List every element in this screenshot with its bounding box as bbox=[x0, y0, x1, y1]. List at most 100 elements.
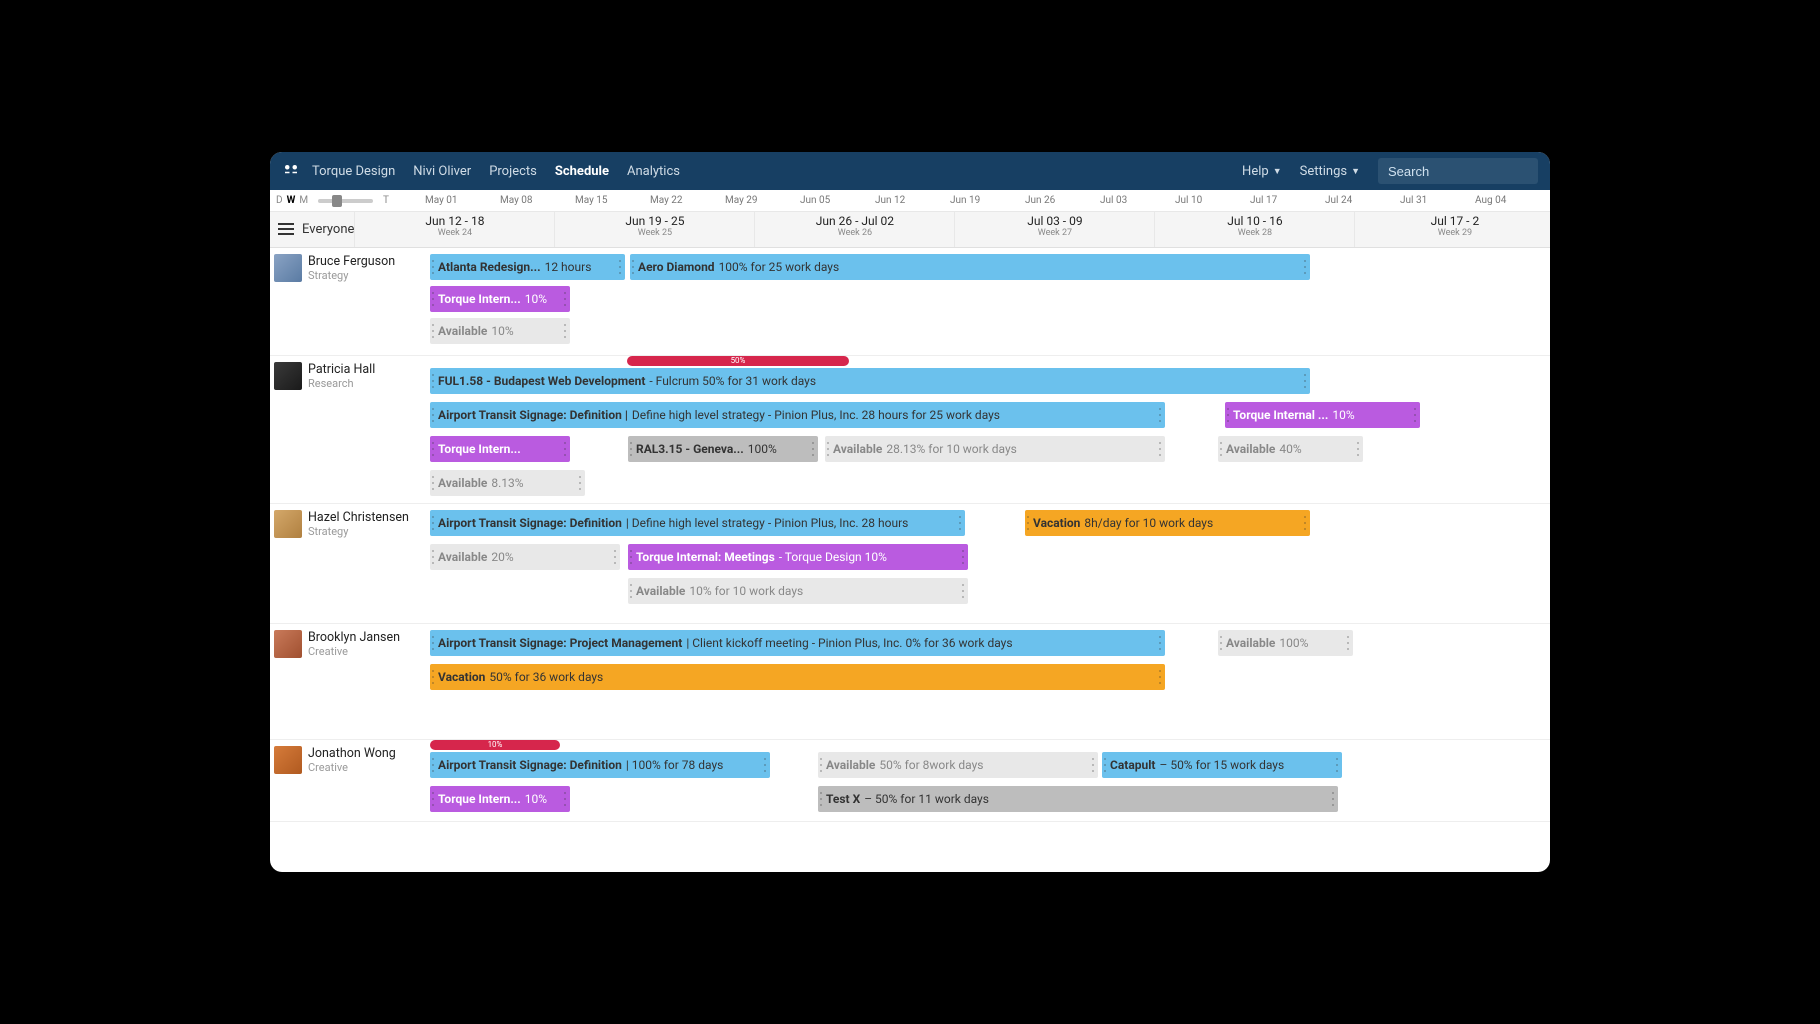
person-info[interactable]: Bruce Ferguson Strategy bbox=[270, 248, 430, 355]
scale-day[interactable]: D bbox=[276, 195, 283, 206]
allocation-bar[interactable]: Torque Intern... bbox=[430, 436, 570, 462]
allocation-bar[interactable]: Available 10% bbox=[430, 318, 570, 344]
drag-handle-icon[interactable] bbox=[1357, 440, 1361, 458]
drag-handle-icon[interactable] bbox=[432, 756, 436, 774]
drag-handle-icon[interactable] bbox=[764, 756, 768, 774]
drag-handle-icon[interactable] bbox=[1092, 756, 1096, 774]
drag-handle-icon[interactable] bbox=[1159, 440, 1163, 458]
drag-handle-icon[interactable] bbox=[962, 548, 966, 566]
allocation-bar[interactable]: RAL3.15 - Geneva... 100% bbox=[628, 436, 818, 462]
allocation-bar[interactable]: Airport Transit Signage: Definition | De… bbox=[430, 510, 965, 536]
drag-handle-icon[interactable] bbox=[1227, 406, 1231, 424]
zoom-slider-thumb[interactable] bbox=[332, 195, 342, 207]
allocation-bar[interactable]: Available 28.13% for 10 work days bbox=[825, 436, 1165, 462]
nav-help[interactable]: Help ▼ bbox=[1242, 164, 1282, 179]
drag-handle-icon[interactable] bbox=[1104, 756, 1108, 774]
drag-handle-icon[interactable] bbox=[630, 582, 634, 600]
allocation-bar[interactable]: Catapult – 50% for 15 work days bbox=[1102, 752, 1342, 778]
drag-handle-icon[interactable] bbox=[962, 582, 966, 600]
person-info[interactable]: Hazel Christensen Strategy bbox=[270, 504, 430, 623]
drag-handle-icon[interactable] bbox=[579, 474, 583, 492]
drag-handle-icon[interactable] bbox=[1332, 790, 1336, 808]
search-input[interactable] bbox=[1388, 164, 1528, 179]
drag-handle-icon[interactable] bbox=[432, 474, 436, 492]
allocation-bar[interactable]: Available 8.13% bbox=[430, 470, 585, 496]
drag-handle-icon[interactable] bbox=[812, 440, 816, 458]
drag-handle-icon[interactable] bbox=[432, 514, 436, 532]
allocation-bar[interactable]: Torque Intern... 10% bbox=[430, 286, 570, 312]
nav-settings[interactable]: Settings ▼ bbox=[1300, 164, 1360, 179]
allocation-bar[interactable]: Test X – 50% for 11 work days bbox=[818, 786, 1338, 812]
allocation-bar[interactable]: Airport Transit Signage: Project Managem… bbox=[430, 630, 1165, 656]
drag-handle-icon[interactable] bbox=[432, 668, 436, 686]
scale-week[interactable]: W bbox=[287, 195, 296, 206]
allocation-bar[interactable]: Vacation 8h/day for 10 work days bbox=[1025, 510, 1310, 536]
avatar[interactable] bbox=[274, 362, 302, 390]
allocation-bar[interactable]: Available 100% bbox=[1218, 630, 1353, 656]
allocation-bar[interactable]: Aero Diamond 100% for 25 work days bbox=[630, 254, 1310, 280]
allocation-bar[interactable]: FUL1.58 - Budapest Web Development - Ful… bbox=[430, 368, 1310, 394]
nav-analytics[interactable]: Analytics bbox=[627, 164, 680, 179]
avatar[interactable] bbox=[274, 510, 302, 538]
drag-handle-icon[interactable] bbox=[1304, 258, 1308, 276]
scale-month[interactable]: M bbox=[299, 195, 308, 206]
drag-handle-icon[interactable] bbox=[564, 290, 568, 308]
drag-handle-icon[interactable] bbox=[432, 258, 436, 276]
drag-handle-icon[interactable] bbox=[1336, 756, 1340, 774]
allocation-bar[interactable]: Available 40% bbox=[1218, 436, 1363, 462]
allocation-bar[interactable]: Atlanta Redesign... 12 hours bbox=[430, 254, 625, 280]
drag-handle-icon[interactable] bbox=[432, 322, 436, 340]
allocation-bar[interactable]: Available 50% for 8work days bbox=[818, 752, 1098, 778]
drag-handle-icon[interactable] bbox=[1414, 406, 1418, 424]
drag-handle-icon[interactable] bbox=[1027, 514, 1031, 532]
person-info[interactable]: Patricia Hall Research bbox=[270, 356, 430, 503]
drag-handle-icon[interactable] bbox=[564, 790, 568, 808]
drag-handle-icon[interactable] bbox=[432, 790, 436, 808]
drag-handle-icon[interactable] bbox=[1220, 440, 1224, 458]
person-info[interactable]: Brooklyn Jansen Creative bbox=[270, 624, 430, 739]
filter-label[interactable]: Everyone bbox=[302, 222, 354, 237]
allocation-bar[interactable]: Airport Transit Signage: Definition | 10… bbox=[430, 752, 770, 778]
avatar[interactable] bbox=[274, 254, 302, 282]
drag-handle-icon[interactable] bbox=[820, 790, 824, 808]
allocation-bar[interactable]: Vacation 50% for 36 work days bbox=[430, 664, 1165, 690]
scale-today[interactable]: T bbox=[383, 195, 389, 206]
drag-handle-icon[interactable] bbox=[432, 372, 436, 390]
drag-handle-icon[interactable] bbox=[1347, 634, 1351, 652]
nav-schedule[interactable]: Schedule bbox=[555, 164, 609, 179]
zoom-slider[interactable] bbox=[318, 199, 373, 203]
avatar[interactable] bbox=[274, 630, 302, 658]
drag-handle-icon[interactable] bbox=[1220, 634, 1224, 652]
drag-handle-icon[interactable] bbox=[630, 440, 634, 458]
avatar[interactable] bbox=[274, 746, 302, 774]
drag-handle-icon[interactable] bbox=[1159, 634, 1163, 652]
drag-handle-icon[interactable] bbox=[959, 514, 963, 532]
nav-user[interactable]: Nivi Oliver bbox=[413, 164, 471, 179]
over-allocation-badge[interactable]: 10% bbox=[430, 740, 560, 750]
drag-handle-icon[interactable] bbox=[820, 756, 824, 774]
drag-handle-icon[interactable] bbox=[827, 440, 831, 458]
allocation-bar[interactable]: Torque Internal: Meetings - Torque Desig… bbox=[628, 544, 968, 570]
allocation-bar[interactable]: Available 20% bbox=[430, 544, 620, 570]
drag-handle-icon[interactable] bbox=[564, 322, 568, 340]
drag-handle-icon[interactable] bbox=[1304, 372, 1308, 390]
allocation-bar[interactable]: Airport Transit Signage: Definition | De… bbox=[430, 402, 1165, 428]
drag-handle-icon[interactable] bbox=[432, 548, 436, 566]
search-box[interactable] bbox=[1378, 158, 1538, 184]
filter-menu-icon[interactable] bbox=[278, 223, 294, 237]
drag-handle-icon[interactable] bbox=[432, 406, 436, 424]
over-allocation-badge[interactable]: 50% bbox=[627, 356, 849, 366]
drag-handle-icon[interactable] bbox=[1159, 406, 1163, 424]
drag-handle-icon[interactable] bbox=[564, 440, 568, 458]
drag-handle-icon[interactable] bbox=[630, 548, 634, 566]
drag-handle-icon[interactable] bbox=[1304, 514, 1308, 532]
drag-handle-icon[interactable] bbox=[632, 258, 636, 276]
nav-brand[interactable]: Torque Design bbox=[312, 164, 395, 179]
drag-handle-icon[interactable] bbox=[432, 440, 436, 458]
drag-handle-icon[interactable] bbox=[619, 258, 623, 276]
nav-projects[interactable]: Projects bbox=[489, 164, 537, 179]
person-info[interactable]: Jonathon Wong Creative bbox=[270, 740, 430, 821]
allocation-bar[interactable]: Torque Internal ... 10% bbox=[1225, 402, 1420, 428]
drag-handle-icon[interactable] bbox=[614, 548, 618, 566]
allocation-bar[interactable]: Torque Intern... 10% bbox=[430, 786, 570, 812]
